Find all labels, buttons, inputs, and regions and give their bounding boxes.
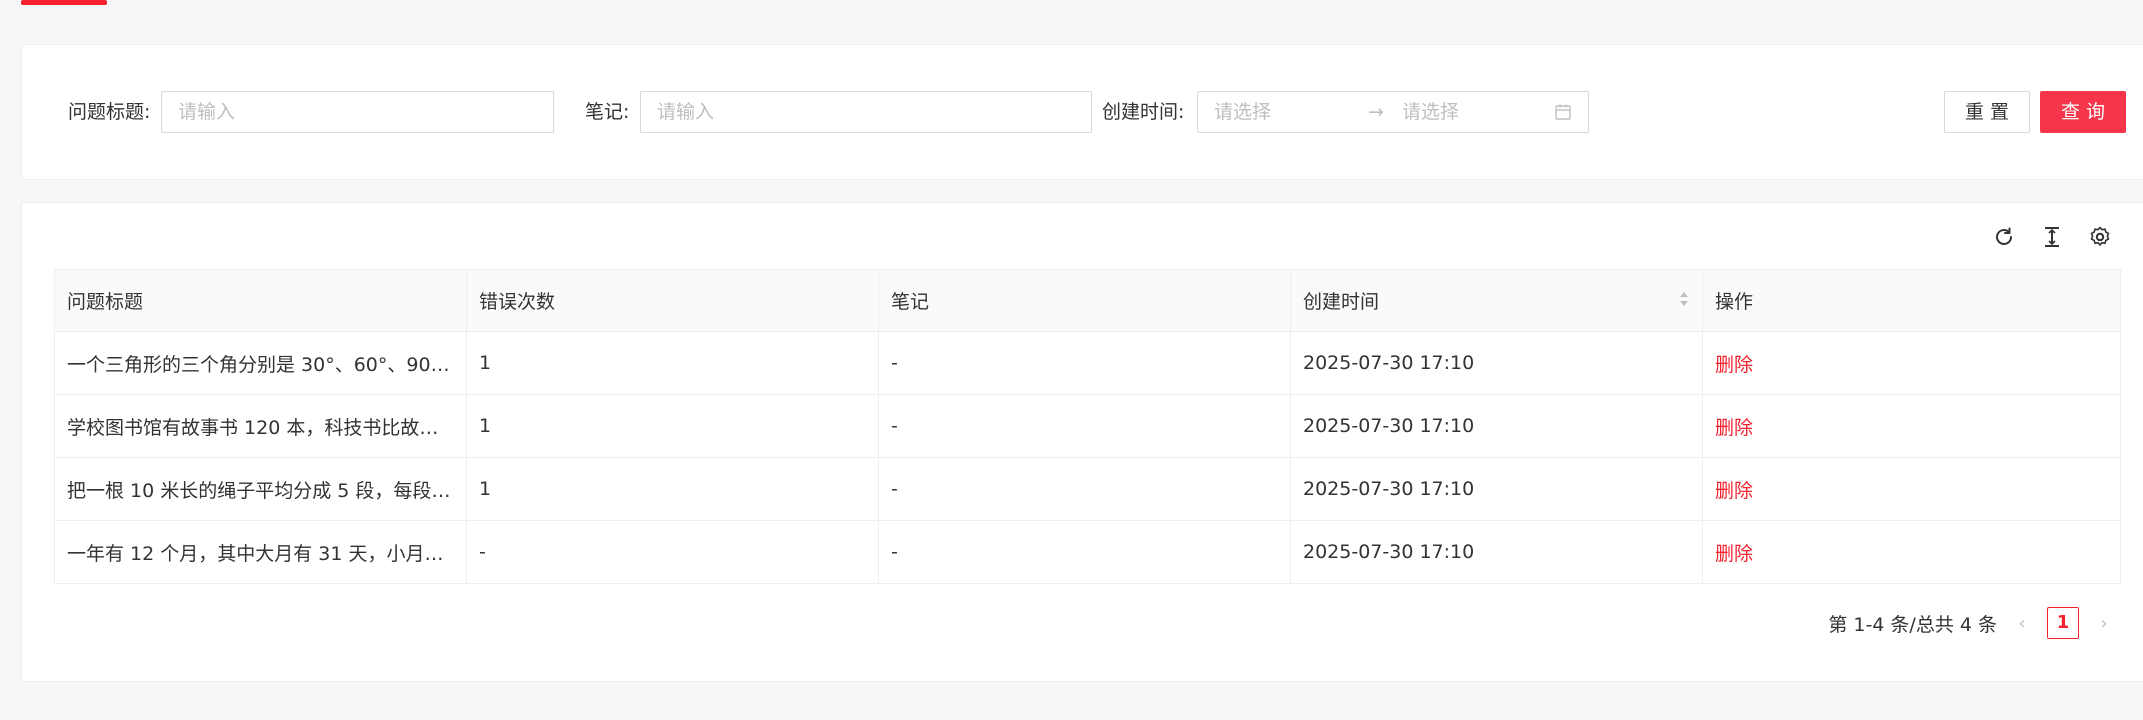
cell-error-count: - — [466, 520, 879, 584]
header-created-time-label: 创建时间 — [1303, 291, 1380, 313]
sort-icon[interactable] — [1678, 289, 1690, 309]
active-tab-indicator — [21, 0, 107, 5]
setting-icon[interactable] — [2088, 225, 2112, 249]
page-1-button[interactable]: 1 — [2047, 607, 2079, 639]
range-arrow-icon: → — [1368, 101, 1384, 123]
note-field-label: 笔记: — [585, 101, 630, 123]
cell-actions: 删除 — [1702, 331, 2121, 395]
delete-link[interactable]: 删除 — [1715, 417, 1753, 439]
wrong-questions-table: 问题标题 错误次数 笔记 创建时间 操作 一个三角形的三个角分别是 30°、60… — [54, 269, 2121, 584]
cell-note: - — [878, 520, 1291, 584]
table-row: 一年有 12 个月，其中大月有 31 天，小月有 ... - - 2025-07… — [54, 520, 2121, 584]
table-row: 一个三角形的三个角分别是 30°、60°、90°，... 1 - 2025-07… — [54, 331, 2121, 395]
header-created-time[interactable]: 创建时间 — [1290, 269, 1703, 332]
pagination-summary: 第 1-4 条/总共 4 条 — [1828, 613, 1997, 636]
cell-created-time: 2025-07-30 17:10 — [1290, 394, 1703, 458]
cell-question-title: 一个三角形的三个角分别是 30°、60°、90°，... — [54, 331, 467, 395]
prev-page-icon[interactable]: ‹ — [2011, 613, 2033, 634]
title-field-label: 问题标题: — [68, 101, 151, 123]
calendar-icon — [1555, 104, 1571, 120]
cell-created-time: 2025-07-30 17:10 — [1290, 457, 1703, 521]
delete-link[interactable]: 删除 — [1715, 480, 1753, 502]
cell-actions: 删除 — [1702, 457, 2121, 521]
header-question-title: 问题标题 — [54, 269, 467, 332]
cell-question-title: 把一根 10 米长的绳子平均分成 5 段，每段长... — [54, 457, 467, 521]
cell-actions: 删除 — [1702, 394, 2121, 458]
cell-question-title: 学校图书馆有故事书 120 本，科技书比故事... — [54, 394, 467, 458]
search-form-row: 问题标题: 笔记: 创建时间: 请选择 → 请选择 — [22, 91, 2143, 133]
range-start-placeholder[interactable]: 请选择 — [1214, 92, 1271, 132]
header-actions: 操作 — [1702, 269, 2121, 332]
title-search-input[interactable] — [161, 91, 554, 133]
created-time-field-label: 创建时间: — [1102, 101, 1185, 123]
cell-created-time: 2025-07-30 17:10 — [1290, 331, 1703, 395]
table-header-row: 问题标题 错误次数 笔记 创建时间 操作 — [54, 269, 2121, 332]
created-time-range-picker[interactable]: 请选择 → 请选择 — [1197, 91, 1589, 133]
refresh-icon[interactable] — [1992, 225, 2016, 249]
next-page-icon[interactable]: › — [2093, 613, 2115, 634]
cell-note: - — [878, 457, 1291, 521]
table-card: 问题标题 错误次数 笔记 创建时间 操作 一个三角形的三个角分别是 30°、60… — [21, 202, 2143, 682]
cell-actions: 删除 — [1702, 520, 2121, 584]
query-button[interactable]: 查 询 — [2040, 91, 2126, 133]
table-row: 把一根 10 米长的绳子平均分成 5 段，每段长... 1 - 2025-07-… — [54, 457, 2121, 521]
cell-created-time: 2025-07-30 17:10 — [1290, 520, 1703, 584]
column-height-icon[interactable] — [2040, 225, 2064, 249]
table-row: 学校图书馆有故事书 120 本，科技书比故事... 1 - 2025-07-30… — [54, 394, 2121, 458]
pagination: 第 1-4 条/总共 4 条 ‹ 1 › — [1828, 607, 2115, 639]
reset-button[interactable]: 重 置 — [1944, 91, 2030, 133]
range-end-placeholder[interactable]: 请选择 — [1402, 92, 1459, 132]
cell-note: - — [878, 331, 1291, 395]
delete-link[interactable]: 删除 — [1715, 354, 1753, 376]
cell-question-title: 一年有 12 个月，其中大月有 31 天，小月有 ... — [54, 520, 467, 584]
cell-note: - — [878, 394, 1291, 458]
cell-error-count: 1 — [466, 394, 879, 458]
cell-error-count: 1 — [466, 457, 879, 521]
header-error-count: 错误次数 — [466, 269, 879, 332]
cell-error-count: 1 — [466, 331, 879, 395]
note-search-input[interactable] — [640, 91, 1092, 133]
search-form-card: 问题标题: 笔记: 创建时间: 请选择 → 请选择 重 置 查 询 — [21, 44, 2143, 180]
delete-link[interactable]: 删除 — [1715, 543, 1753, 565]
header-note: 笔记 — [878, 269, 1291, 332]
